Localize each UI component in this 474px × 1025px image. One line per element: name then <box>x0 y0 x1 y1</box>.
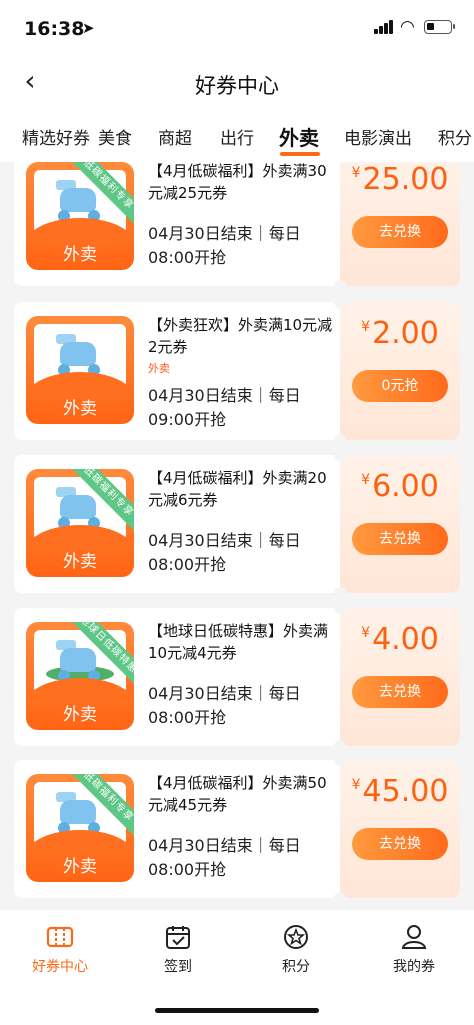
tab-points[interactable]: 积分 <box>438 124 472 149</box>
redeem-button[interactable]: 去兑换 <box>352 216 448 248</box>
thumb-label: 外卖 <box>63 245 97 265</box>
coupon-meta: 04月30日结束｜每日09:00开抢 <box>148 386 301 429</box>
takeout-coupon-image: 外卖 地球日低碳特惠 <box>26 622 134 730</box>
user-icon <box>401 925 427 949</box>
coupon-meta: 04月30日结束｜每日08:00开抢 <box>148 531 301 574</box>
bottom-tab-label: 签到 <box>164 959 192 975</box>
coupon-price: ¥45.00 <box>340 774 460 809</box>
coupon-price: ¥25.00 <box>340 162 460 197</box>
currency-symbol: ¥ <box>361 625 371 641</box>
bottom-tab-label: 好券中心 <box>32 959 88 975</box>
price-amount: 25.00 <box>362 162 449 197</box>
tab-movies-shows[interactable]: 电影演出 <box>344 124 412 149</box>
page-title: 好券中心 <box>195 74 279 98</box>
price-amount: 4.00 <box>372 622 439 657</box>
navigation-bar: ‹ 好券中心 <box>0 56 474 112</box>
takeout-coupon-image: 外卖 低碳福利专享 <box>26 774 134 882</box>
currency-symbol: ¥ <box>351 777 361 793</box>
redeem-button[interactable]: 去兑换 <box>352 523 448 555</box>
coupon-notch <box>334 740 346 746</box>
coupon-title: 【外卖狂欢】外卖满10元减2元券 <box>148 316 333 356</box>
bottom-tab-checkin[interactable]: 签到 <box>128 924 228 976</box>
location-arrow-icon: ➤ <box>82 19 95 37</box>
currency-symbol: ¥ <box>361 319 371 335</box>
coupon-title: 【4月低碳福利】外卖满50元减45元券 <box>148 774 327 814</box>
scooter-icon <box>56 334 106 376</box>
coupon-notch <box>334 587 346 593</box>
status-time: 16:38 <box>24 18 85 40</box>
price-amount: 2.00 <box>372 316 439 351</box>
thumb-label: 外卖 <box>63 857 97 877</box>
ticket-icon <box>46 926 74 948</box>
battery-icon <box>424 20 455 34</box>
bottom-tab-my-coupons[interactable]: 我的券 <box>364 924 464 976</box>
coupon-price: ¥6.00 <box>340 469 460 504</box>
redeem-button[interactable]: 去兑换 <box>352 676 448 708</box>
calendar-check-icon <box>166 926 190 949</box>
currency-symbol: ¥ <box>361 472 371 488</box>
tab-supermarket[interactable]: 商超 <box>158 124 192 149</box>
coupon-card[interactable]: 外卖 低碳福利专享 【4月低碳福利】外卖满50元减45元券 04月30日结束｜每… <box>14 760 460 898</box>
bottom-tab-coupon-center[interactable]: 好券中心 <box>10 924 110 976</box>
coupon-title: 【地球日低碳特惠】外卖满10元减4元券 <box>148 622 329 662</box>
bottom-tab-label: 我的券 <box>393 959 435 975</box>
bottom-tab-points[interactable]: 积分 <box>246 924 346 976</box>
redeem-button[interactable]: 0元抢 <box>352 370 448 402</box>
bottom-tab-label: 积分 <box>282 959 310 975</box>
price-amount: 45.00 <box>362 774 449 809</box>
coupon-info: 【地球日低碳特惠】外卖满10元减4元券 <box>148 620 334 664</box>
coupon-meta: 04月30日结束｜每日08:00开抢 <box>148 836 301 879</box>
coupon-info: 【4月低碳福利】外卖满20元减6元券 <box>148 467 334 511</box>
star-circle-icon <box>284 925 308 949</box>
cellular-signal-icon <box>374 20 394 34</box>
status-bar: 16:38 ➤ ◠ <box>0 0 474 56</box>
tab-food[interactable]: 美食 <box>98 124 134 149</box>
takeout-coupon-image: 外卖 低碳福利专享 <box>26 469 134 577</box>
redeem-button[interactable]: 去兑换 <box>352 828 448 860</box>
tab-takeout[interactable]: 外卖 <box>279 122 319 151</box>
coupon-notch <box>334 280 346 286</box>
coupon-meta: 04月30日结束｜每日08:00开抢 <box>148 224 301 267</box>
coupon-notch <box>334 434 346 440</box>
takeout-coupon-image: 外卖 低碳福利专享 <box>26 162 134 270</box>
coupon-card[interactable]: 外卖 地球日低碳特惠 【地球日低碳特惠】外卖满10元减4元券 04月30日结束｜… <box>14 608 460 746</box>
coupon-tag: 外卖 <box>148 362 170 375</box>
coupon-list: 外卖 低碳福利专享 【4月低碳福利】外卖满30元减25元券 04月30日结束｜每… <box>0 162 474 910</box>
price-amount: 6.00 <box>372 469 439 504</box>
coupon-info: 【4月低碳福利】外卖满50元减45元券 <box>148 772 334 816</box>
category-tabs: 精选好券 美食 商超 出行 外卖 电影演出 积分 <box>0 112 474 162</box>
home-indicator <box>155 1008 319 1013</box>
coupon-info: 【4月低碳福利】外卖满30元减25元券 <box>148 162 334 204</box>
coupon-card[interactable]: 外卖 【外卖狂欢】外卖满10元减2元券 外卖 04月30日结束｜每日09:00开… <box>14 302 460 440</box>
coupon-card[interactable]: 外卖 低碳福利专享 【4月低碳福利】外卖满30元减25元券 04月30日结束｜每… <box>14 162 460 286</box>
active-tab-indicator <box>280 152 320 156</box>
coupon-price: ¥2.00 <box>340 316 460 351</box>
wifi-icon: ◠ <box>400 17 415 37</box>
coupon-title: 【4月低碳福利】外卖满30元减25元券 <box>148 162 327 202</box>
takeout-coupon-image: 外卖 <box>26 316 134 424</box>
coupon-meta: 04月30日结束｜每日08:00开抢 <box>148 684 301 727</box>
coupon-info: 【外卖狂欢】外卖满10元减2元券 外卖 <box>148 314 334 376</box>
thumb-label: 外卖 <box>63 552 97 572</box>
currency-symbol: ¥ <box>351 165 361 181</box>
thumb-label: 外卖 <box>63 399 97 419</box>
coupon-title: 【4月低碳福利】外卖满20元减6元券 <box>148 469 327 509</box>
thumb-label: 外卖 <box>63 705 97 725</box>
coupon-price: ¥4.00 <box>340 622 460 657</box>
coupon-notch <box>334 892 346 898</box>
tab-featured[interactable]: 精选好券 <box>22 124 90 149</box>
tab-travel[interactable]: 出行 <box>220 124 254 149</box>
coupon-card[interactable]: 外卖 低碳福利专享 【4月低碳福利】外卖满20元减6元券 04月30日结束｜每日… <box>14 455 460 593</box>
